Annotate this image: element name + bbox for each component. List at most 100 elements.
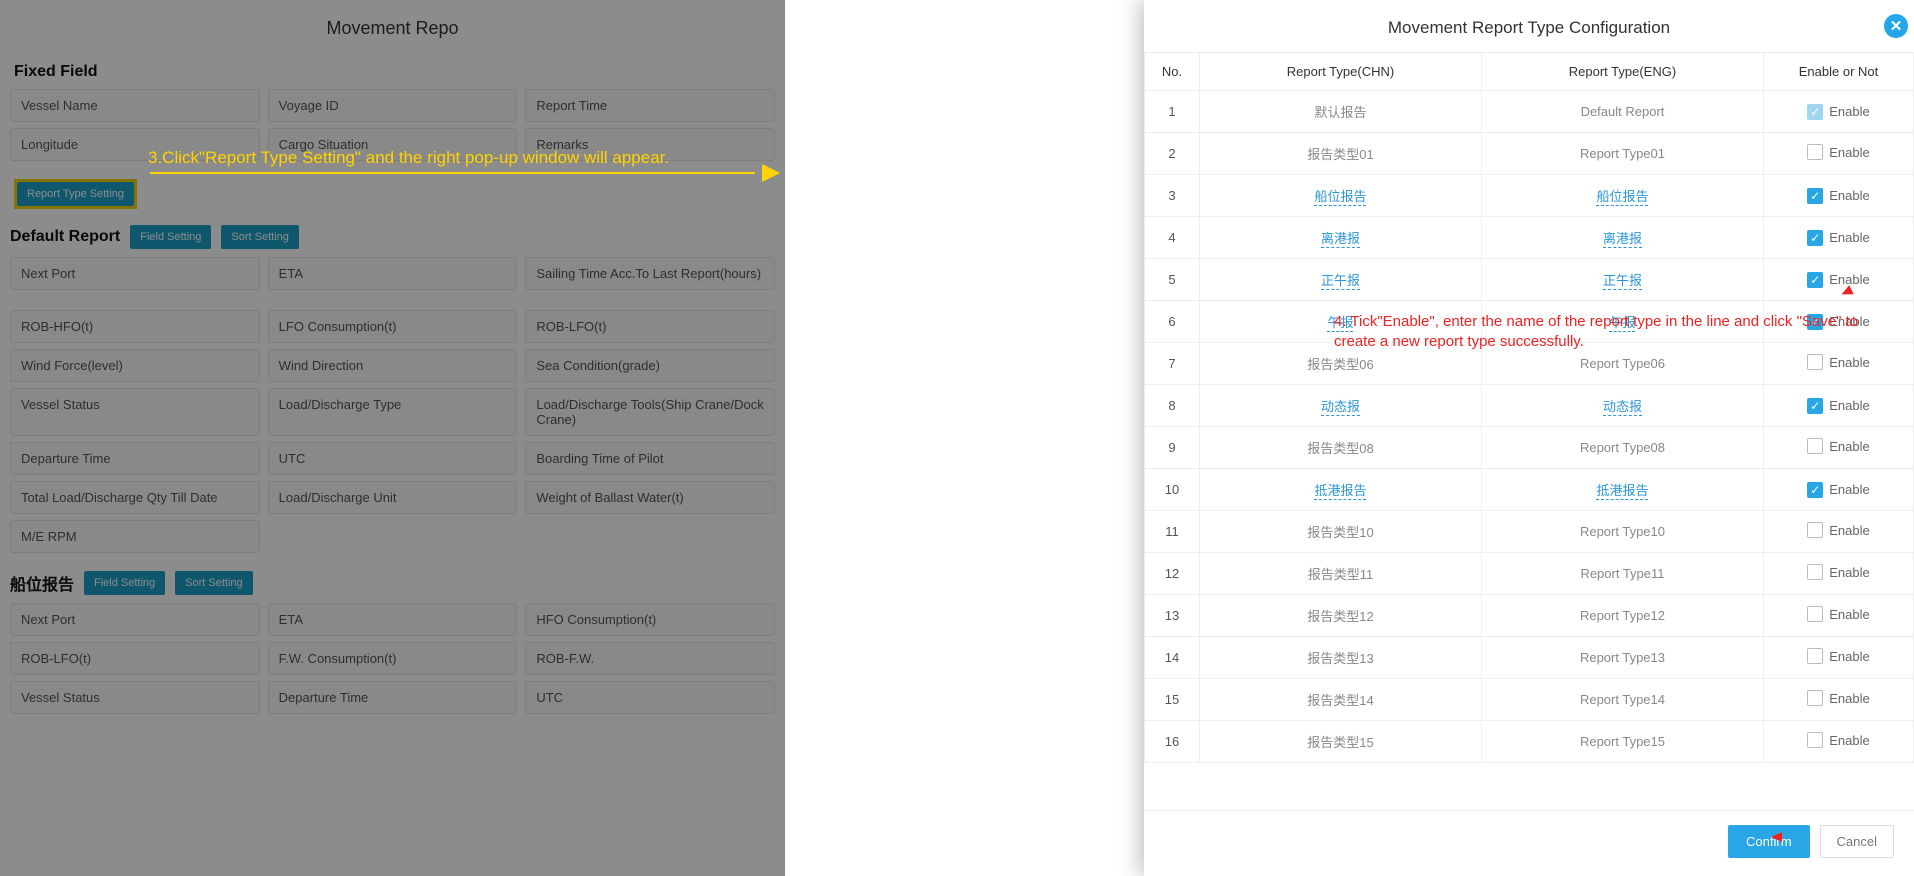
report-type-eng: Report Type10 bbox=[1481, 511, 1763, 553]
enable-checkbox[interactable] bbox=[1807, 188, 1823, 204]
annotation-arrow-icon bbox=[150, 168, 780, 178]
close-icon[interactable]: ✕ bbox=[1884, 14, 1908, 38]
field-cell[interactable]: ROB-LFO(t) bbox=[10, 642, 260, 675]
field-cell[interactable]: ETA bbox=[268, 257, 518, 290]
field-cell[interactable]: F.W. Consumption(t) bbox=[268, 642, 518, 675]
enable-cell: Enable bbox=[1764, 217, 1914, 259]
report-type-eng[interactable]: 抵港报告 bbox=[1481, 469, 1763, 511]
enable-checkbox[interactable] bbox=[1807, 438, 1823, 454]
enable-checkbox[interactable] bbox=[1807, 482, 1823, 498]
field-cell[interactable]: Total Load/Discharge Qty Till Date bbox=[10, 481, 260, 514]
enable-checkbox[interactable] bbox=[1807, 230, 1823, 246]
report-type-chn[interactable]: 抵港报告 bbox=[1200, 469, 1482, 511]
report-type-chn[interactable]: 船位报告 bbox=[1200, 175, 1482, 217]
enable-cell: Enable bbox=[1764, 427, 1914, 469]
report-type-chn[interactable]: 动态报 bbox=[1200, 385, 1482, 427]
enable-label: Enable bbox=[1829, 565, 1869, 580]
enable-label: Enable bbox=[1829, 691, 1869, 706]
settings-page-bg: Movement Repo Fixed Field Vessel NameVoy… bbox=[0, 0, 785, 876]
enable-checkbox[interactable] bbox=[1807, 354, 1823, 370]
field-cell[interactable]: Sea Condition(grade) bbox=[525, 349, 775, 382]
field-cell[interactable]: Load/Discharge Type bbox=[268, 388, 518, 436]
report-type-eng[interactable]: 船位报告 bbox=[1481, 175, 1763, 217]
field-cell[interactable]: ROB-LFO(t) bbox=[525, 310, 775, 343]
annotation-step4: 4. Tick"Enable", enter the name of the r… bbox=[1334, 312, 1874, 353]
field-cell[interactable]: ETA bbox=[268, 603, 518, 636]
enable-checkbox[interactable] bbox=[1807, 272, 1823, 288]
field-cell[interactable]: UTC bbox=[268, 442, 518, 475]
sort-setting-button[interactable]: Sort Setting bbox=[221, 225, 298, 249]
field-cell[interactable]: Voyage ID bbox=[268, 89, 518, 122]
field-cell[interactable]: LFO Consumption(t) bbox=[268, 310, 518, 343]
sort-setting-button-2[interactable]: Sort Setting bbox=[175, 571, 252, 595]
report-type-eng[interactable]: 正午报 bbox=[1481, 259, 1763, 301]
enable-checkbox[interactable] bbox=[1807, 398, 1823, 414]
field-cell[interactable]: ROB-HFO(t) bbox=[10, 310, 260, 343]
row-no: 12 bbox=[1145, 553, 1200, 595]
row-no: 3 bbox=[1145, 175, 1200, 217]
table-row: 8动态报动态报Enable bbox=[1145, 385, 1914, 427]
field-cell[interactable]: Load/Discharge Unit bbox=[268, 481, 518, 514]
enable-cell: Enable bbox=[1764, 175, 1914, 217]
field-setting-button-2[interactable]: Field Setting bbox=[84, 571, 165, 595]
field-cell[interactable]: Vessel Name bbox=[10, 89, 260, 122]
row-no: 11 bbox=[1145, 511, 1200, 553]
enable-checkbox[interactable] bbox=[1807, 606, 1823, 622]
enable-label: Enable bbox=[1829, 104, 1869, 119]
table-row: 3船位报告船位报告Enable bbox=[1145, 175, 1914, 217]
field-cell[interactable]: ROB-F.W. bbox=[525, 642, 775, 675]
enable-checkbox[interactable] bbox=[1807, 690, 1823, 706]
field-cell[interactable]: Weight of Ballast Water(t) bbox=[525, 481, 775, 514]
row-no: 14 bbox=[1145, 637, 1200, 679]
table-row: 15报告类型14Report Type14Enable bbox=[1145, 679, 1914, 721]
row-no: 5 bbox=[1145, 259, 1200, 301]
report-type-eng[interactable]: 动态报 bbox=[1481, 385, 1763, 427]
annotation-arrow-icon bbox=[1771, 832, 1782, 842]
field-cell[interactable]: Vessel Status bbox=[10, 388, 260, 436]
report-type-eng: Report Type12 bbox=[1481, 595, 1763, 637]
field-cell[interactable]: UTC bbox=[525, 681, 775, 714]
field-cell[interactable]: Sailing Time Acc.To Last Report(hours) bbox=[525, 257, 775, 290]
confirm-button[interactable]: Confirm bbox=[1728, 825, 1810, 858]
field-cell[interactable]: Departure Time bbox=[10, 442, 260, 475]
report-type-chn[interactable]: 离港报 bbox=[1200, 217, 1482, 259]
row-no: 1 bbox=[1145, 91, 1200, 133]
enable-checkbox[interactable] bbox=[1807, 522, 1823, 538]
cancel-button[interactable]: Cancel bbox=[1820, 825, 1894, 858]
enable-label: Enable bbox=[1829, 230, 1869, 245]
enable-label: Enable bbox=[1829, 145, 1869, 160]
field-cell[interactable]: Next Port bbox=[10, 603, 260, 636]
field-cell[interactable]: Departure Time bbox=[268, 681, 518, 714]
field-cell[interactable]: HFO Consumption(t) bbox=[525, 603, 775, 636]
field-cell[interactable]: Wind Force(level) bbox=[10, 349, 260, 382]
row-no: 7 bbox=[1145, 343, 1200, 385]
report-type-setting-button[interactable]: Report Type Setting bbox=[17, 182, 134, 206]
field-cell[interactable]: M/E RPM bbox=[10, 520, 260, 553]
table-row: 5正午报正午报Enable bbox=[1145, 259, 1914, 301]
enable-checkbox[interactable] bbox=[1807, 732, 1823, 748]
enable-cell: Enable bbox=[1764, 133, 1914, 175]
enable-checkbox[interactable] bbox=[1807, 648, 1823, 664]
report-type-setting-highlight: Report Type Setting bbox=[14, 179, 137, 209]
enable-cell: Enable bbox=[1764, 469, 1914, 511]
field-cell[interactable]: Report Time bbox=[525, 89, 775, 122]
report-type-chn: 报告类型12 bbox=[1200, 595, 1482, 637]
enable-checkbox[interactable] bbox=[1807, 564, 1823, 580]
enable-checkbox[interactable] bbox=[1807, 144, 1823, 160]
enable-label: Enable bbox=[1829, 523, 1869, 538]
enable-label: Enable bbox=[1829, 649, 1869, 664]
enable-checkbox bbox=[1807, 104, 1823, 120]
field-cell[interactable]: Wind Direction bbox=[268, 349, 518, 382]
enable-label: Enable bbox=[1829, 733, 1869, 748]
field-cell[interactable]: Vessel Status bbox=[10, 681, 260, 714]
pos-report-title: 船位报告 bbox=[10, 571, 74, 595]
report-type-eng[interactable]: 离港报 bbox=[1481, 217, 1763, 259]
field-cell[interactable]: Boarding Time of Pilot bbox=[525, 442, 775, 475]
col-chn: Report Type(CHN) bbox=[1200, 53, 1482, 91]
field-cell[interactable]: Next Port bbox=[10, 257, 260, 290]
report-type-chn: 报告类型08 bbox=[1200, 427, 1482, 469]
field-setting-button[interactable]: Field Setting bbox=[130, 225, 211, 249]
report-type-chn: 报告类型10 bbox=[1200, 511, 1482, 553]
report-type-chn[interactable]: 正午报 bbox=[1200, 259, 1482, 301]
field-cell[interactable]: Load/Discharge Tools(Ship Crane/Dock Cra… bbox=[525, 388, 775, 436]
